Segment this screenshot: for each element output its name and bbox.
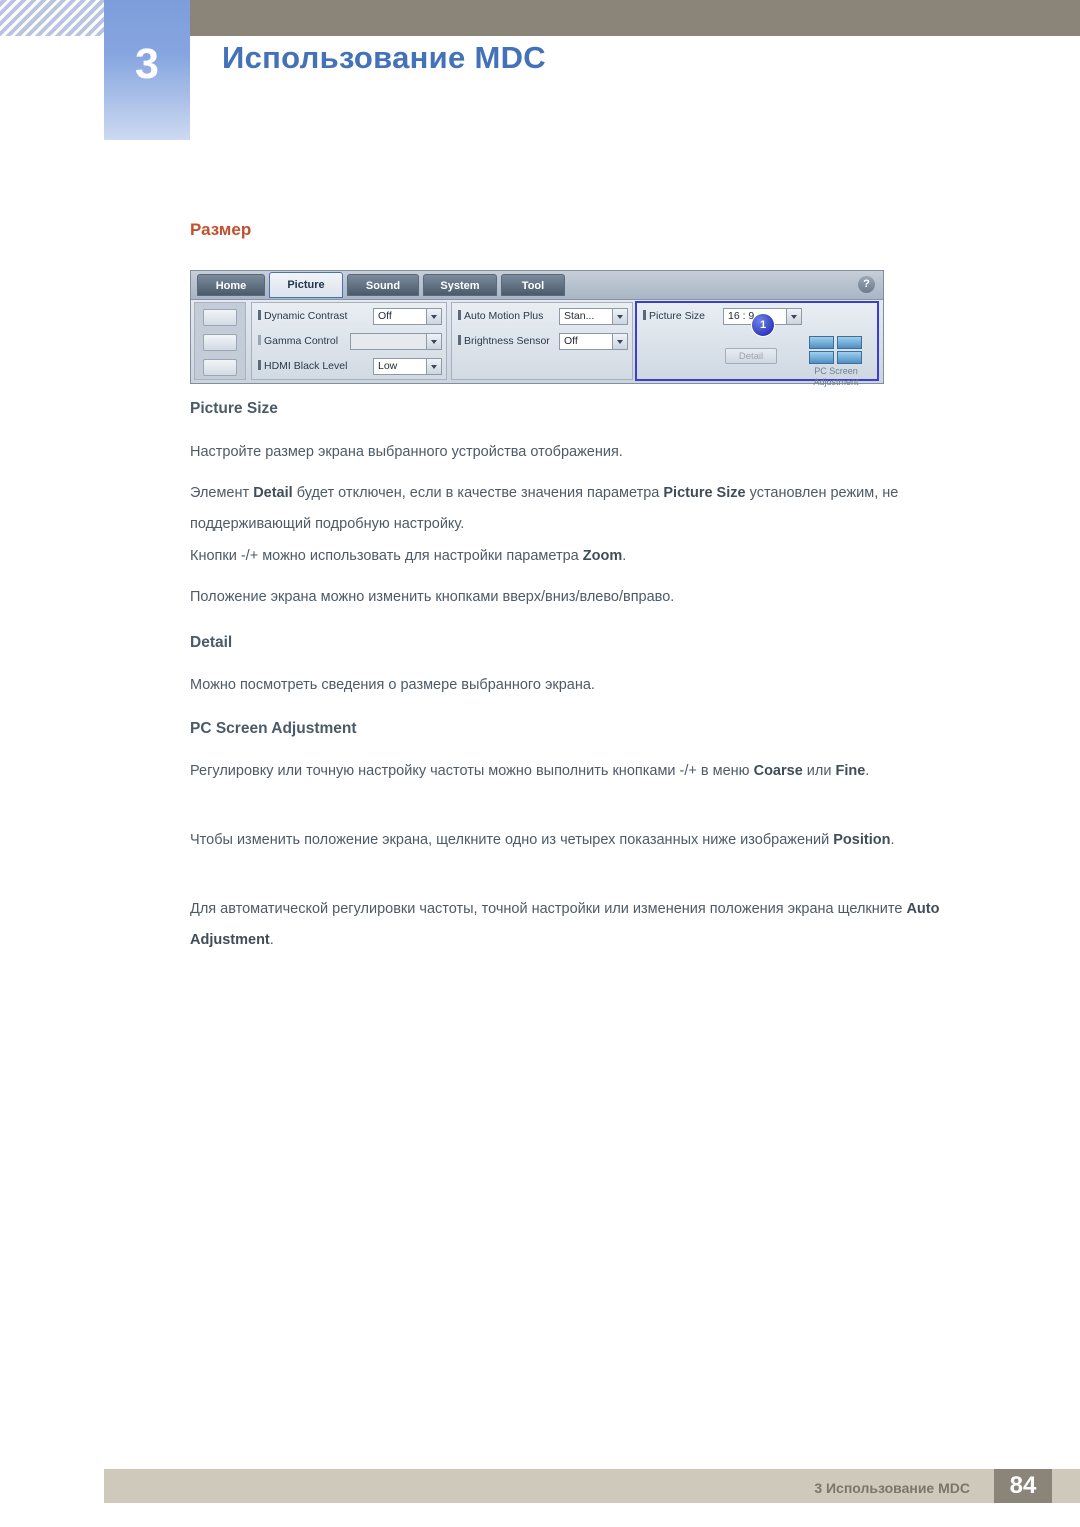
heading-pc-screen-adjustment: PC Screen Adjustment	[190, 720, 357, 737]
section-title: Размер	[190, 220, 252, 239]
mdc-tab-picture[interactable]: Picture	[269, 272, 343, 298]
mdc-combo-gamma-control[interactable]	[350, 333, 442, 350]
footer-page-number: 84	[994, 1469, 1052, 1503]
chevron-down-icon[interactable]	[786, 309, 801, 324]
chevron-down-icon[interactable]	[612, 334, 627, 349]
paragraph-pcsa-3: Для автоматической регулировки частоты, …	[190, 901, 940, 948]
mdc-screenshot: Home Picture Sound System Tool ? Dynamic…	[190, 270, 884, 387]
help-icon[interactable]: ?	[858, 276, 875, 293]
mdc-combo-hdmi-black-level[interactable]: Low	[373, 358, 442, 375]
paragraph-pcsa-2: Чтобы изменить положение экрана, щелкнит…	[190, 832, 895, 848]
row-marker-icon	[258, 360, 261, 370]
mdc-side-column	[194, 302, 246, 380]
mdc-row-hdmi-black-level: HDMI Black Level	[258, 357, 347, 375]
row-marker-icon	[643, 310, 646, 320]
mdc-row-auto-motion-plus: Auto Motion Plus	[458, 307, 543, 325]
mdc-detail-button[interactable]: Detail	[725, 348, 777, 364]
heading-picture-size: Picture Size	[190, 400, 278, 417]
mdc-side-button-2[interactable]	[203, 334, 237, 351]
page-title: Использование MDC	[222, 40, 546, 75]
callout-badge-1: 1	[751, 313, 775, 337]
mdc-row-brightness-sensor: Brightness Sensor	[458, 332, 550, 350]
paragraph-picture-size-1: Настройте размер экрана выбранного устро…	[190, 444, 623, 460]
mdc-combo-brightness-sensor[interactable]: Off	[559, 333, 628, 350]
chevron-down-icon[interactable]	[426, 359, 441, 374]
paragraph-picture-size-2: Элемент Detail будет отключен, если в ка…	[190, 485, 899, 532]
mdc-row-picture-size: Picture Size	[643, 307, 705, 325]
mdc-side-button-3[interactable]	[203, 359, 237, 376]
mdc-side-button-1[interactable]	[203, 309, 237, 326]
chevron-down-icon[interactable]	[426, 334, 441, 349]
header-hatch-decoration	[0, 0, 104, 36]
paragraph-picture-size-3: Кнопки -/+ можно использовать для настро…	[190, 548, 627, 564]
mdc-tab-system[interactable]: System	[423, 274, 497, 296]
footer-text: 3 Использование MDC	[814, 1480, 970, 1496]
chevron-down-icon[interactable]	[426, 309, 441, 324]
mdc-tab-tool[interactable]: Tool	[501, 274, 565, 296]
paragraph-pcsa-1: Регулировку или точную настройку частоты…	[190, 763, 870, 779]
paragraph-picture-size-4: Положение экрана можно изменить кнопками…	[190, 589, 675, 605]
chapter-number: 3	[135, 40, 159, 88]
mdc-combo-auto-motion-plus[interactable]: Stan...	[559, 308, 628, 325]
mdc-panel-middle: Auto Motion Plus Brightness Sensor Stan.…	[451, 302, 633, 380]
pc-screen-adjustment-label: PC Screen Adjustment	[813, 366, 859, 387]
mdc-panel-left: Dynamic Contrast Gamma Control HDMI Blac…	[251, 302, 447, 380]
mdc-tab-home[interactable]: Home	[197, 274, 265, 296]
pc-screen-adjustment-icon[interactable]	[809, 336, 865, 366]
paragraph-detail-1: Можно посмотреть сведения о размере выбр…	[190, 677, 595, 693]
row-marker-icon	[458, 335, 461, 345]
mdc-body: Dynamic Contrast Gamma Control HDMI Blac…	[191, 300, 883, 387]
mdc-combo-dynamic-contrast[interactable]: Off	[373, 308, 442, 325]
mdc-tab-sound[interactable]: Sound	[347, 274, 419, 296]
row-marker-icon	[258, 310, 261, 320]
mdc-row-gamma-control: Gamma Control	[258, 332, 338, 350]
mdc-row-dynamic-contrast: Dynamic Contrast	[258, 307, 347, 325]
row-marker-icon	[258, 335, 261, 345]
row-marker-icon	[458, 310, 461, 320]
heading-detail: Detail	[190, 634, 233, 651]
mdc-tabbar: Home Picture Sound System Tool ?	[191, 271, 883, 300]
chevron-down-icon[interactable]	[612, 309, 627, 324]
